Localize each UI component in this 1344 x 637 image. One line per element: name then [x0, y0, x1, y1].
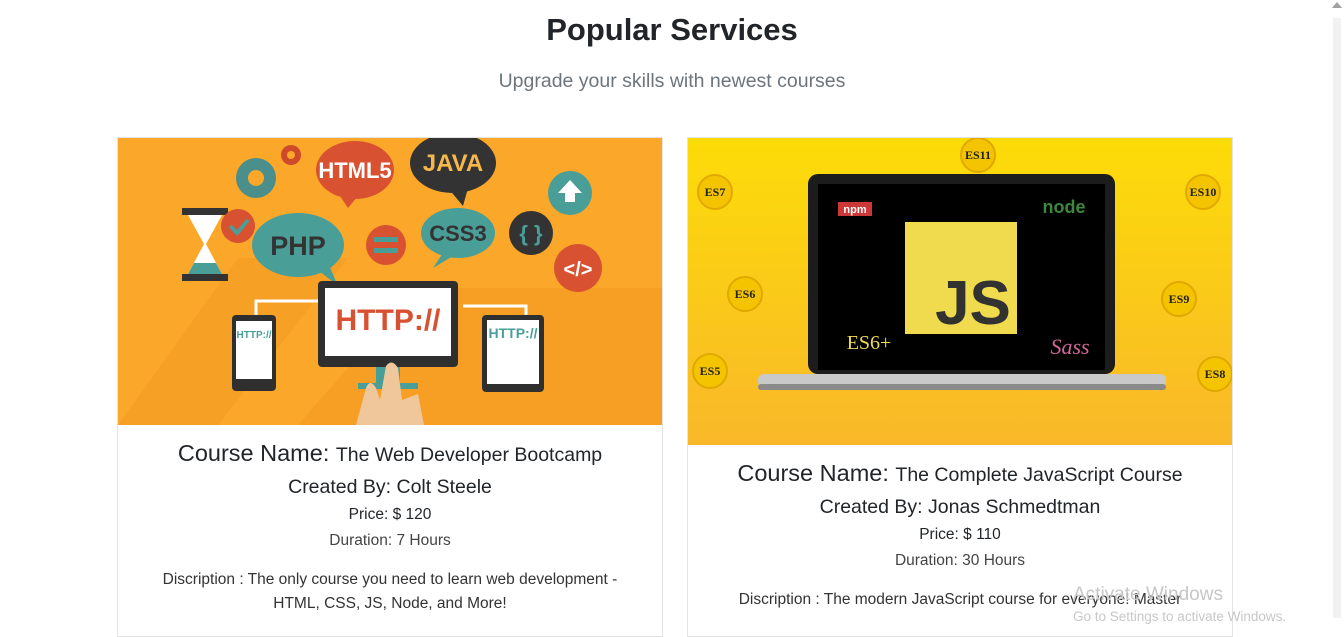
- node-logo: node: [1043, 197, 1086, 217]
- svg-text:ES8: ES8: [1205, 367, 1226, 381]
- course-card[interactable]: HTML5 JAVA PHP CSS3 { } </> HTTP:// HTTP…: [117, 137, 663, 637]
- svg-text:CSS3: CSS3: [429, 221, 486, 246]
- course-card-body: Course Name: The Web Developer Bootcamp …: [118, 425, 662, 616]
- course-creator: Created By: Jonas Schmedtman: [819, 496, 1101, 518]
- svg-text:npm: npm: [843, 204, 866, 216]
- course-duration: Duration: 30 Hours: [894, 552, 1026, 569]
- check-icon: [221, 209, 255, 243]
- course-name: Course Name: The Complete JavaScript Cou…: [737, 460, 1183, 486]
- svg-text:ES9: ES9: [1169, 292, 1190, 306]
- scrollbar-thumb[interactable]: [1333, 18, 1341, 618]
- page-title: Popular Services: [546, 12, 798, 47]
- svg-text:HTTP://: HTTP://: [336, 304, 442, 337]
- svg-text:HTTP://: HTTP://: [237, 330, 272, 341]
- svg-text:PHP: PHP: [270, 231, 326, 261]
- course-creator: Created By: Colt Steele: [288, 476, 492, 498]
- svg-text:JAVA: JAVA: [423, 150, 483, 177]
- course-image-web-development: HTML5 JAVA PHP CSS3 { } </> HTTP:// HTTP…: [118, 138, 662, 425]
- course-price: Price: $ 120: [348, 506, 432, 523]
- svg-text:{ }: { }: [519, 221, 543, 246]
- svg-text:ES11: ES11: [965, 148, 991, 162]
- page-subtitle: Upgrade your skills with newest courses: [498, 70, 846, 92]
- course-price: Price: $ 110: [919, 526, 1001, 543]
- svg-text:</>: </>: [564, 259, 593, 281]
- sass-logo: Sass: [1050, 334, 1089, 359]
- course-description: Discription : The only course you need t…: [162, 571, 618, 612]
- vertical-scrollbar[interactable]: [1330, 0, 1344, 624]
- activate-windows-watermark: Activate Windows: [1073, 584, 1223, 605]
- scroll-up-arrow-icon[interactable]: [1332, 2, 1342, 8]
- equals-icon: [366, 225, 406, 265]
- course-duration: Duration: 7 Hours: [329, 532, 451, 549]
- svg-text:ES5: ES5: [700, 364, 721, 378]
- course-name: Course Name: The Web Developer Bootcamp: [177, 440, 603, 466]
- svg-text:HTML5: HTML5: [318, 158, 391, 183]
- course-image-javascript: ES11 ES7 ES10 ES6 ES9 ES5 ES8 npm node J…: [688, 138, 1232, 445]
- svg-text:ES6: ES6: [735, 287, 756, 301]
- activate-windows-hint: Go to Settings to activate Windows.: [1073, 609, 1287, 624]
- svg-text:ES6+: ES6+: [847, 332, 892, 354]
- course-card[interactable]: ES11 ES7 ES10 ES6 ES9 ES5 ES8 npm node J…: [687, 137, 1233, 637]
- svg-text:ES10: ES10: [1190, 185, 1217, 199]
- svg-text:JS: JS: [935, 269, 1011, 338]
- svg-text:HTTP://: HTTP://: [489, 325, 538, 341]
- svg-text:ES7: ES7: [705, 185, 726, 199]
